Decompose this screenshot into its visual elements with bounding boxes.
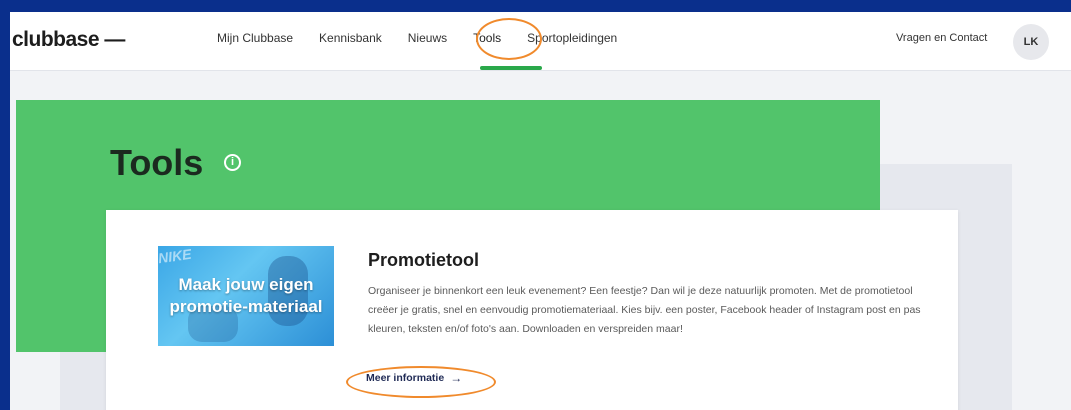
nav-item-kennisbank[interactable]: Kennisbank: [306, 31, 395, 45]
thumb-caption: Maak jouw eigen promotie-materiaal: [169, 275, 323, 316]
top-header: clubbase — Mijn Clubbase Kennisbank Nieu…: [10, 12, 1071, 71]
meer-informatie-label: Meer informatie: [366, 372, 445, 384]
meer-informatie-link[interactable]: Meer informatie →: [366, 371, 462, 385]
page-title: Tools: [110, 142, 204, 183]
clubbase-logo[interactable]: clubbase —: [12, 28, 125, 52]
main-nav: Mijn Clubbase Kennisbank Nieuws Tools Sp…: [204, 31, 630, 45]
thumb-brand-text: NIKE: [158, 246, 193, 267]
info-icon[interactable]: i: [224, 154, 241, 171]
promotietool-card: NIKE Maak jouw eigen promotie-materiaal …: [106, 210, 958, 410]
tools-highlight-oval: [476, 18, 542, 60]
contact-link[interactable]: Vragen en Contact: [896, 32, 987, 44]
card-description: Organiseer je binnenkort een leuk evenem…: [368, 285, 921, 335]
nav-item-mijn-clubbase[interactable]: Mijn Clubbase: [204, 31, 306, 45]
browser-frame: clubbase — Mijn Clubbase Kennisbank Nieu…: [10, 12, 1071, 410]
promotietool-image[interactable]: NIKE Maak jouw eigen promotie-materiaal: [158, 246, 334, 346]
nav-item-nieuws[interactable]: Nieuws: [395, 31, 460, 45]
arrow-right-icon: →: [450, 371, 463, 385]
user-avatar[interactable]: LK: [1013, 24, 1049, 60]
card-title: Promotietool: [368, 250, 479, 270]
active-nav-underline: [480, 66, 542, 70]
